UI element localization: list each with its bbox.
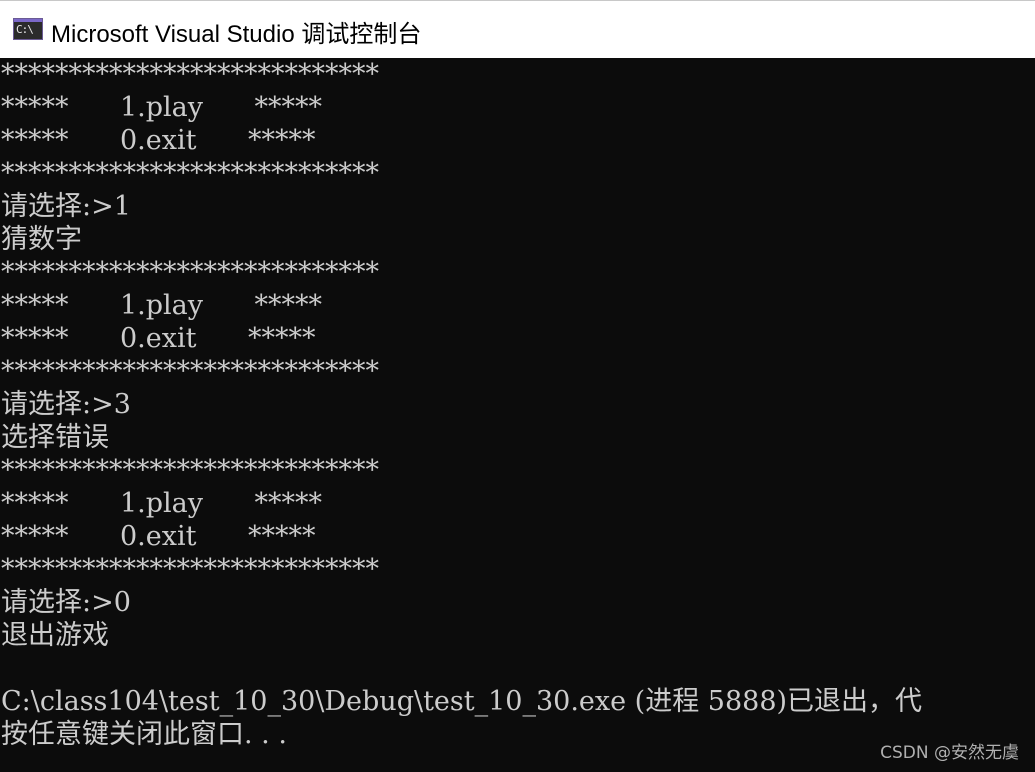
console-line: ***** 1.play ***** [1, 290, 323, 321]
console-line: ***** 1.play ***** [1, 488, 323, 519]
console-line: 请选择:>3 [1, 389, 131, 420]
console-line: **************************** [1, 356, 379, 387]
window-title: Microsoft Visual Studio 调试控制台 [51, 21, 422, 48]
console-line: **************************** [1, 455, 379, 486]
console-line: **************************** [1, 59, 379, 90]
console-line: 选择错误 [1, 422, 109, 453]
console-line: ***** 1.play ***** [1, 92, 323, 123]
console-line: **************************** [1, 554, 379, 585]
console-output[interactable]: **************************** ***** 1.pla… [1, 58, 1035, 772]
title-bar[interactable]: C:\ Microsoft Visual Studio 调试控制台 [0, 0, 1035, 58]
console-line: ***** 0.exit ***** [1, 323, 316, 354]
console-app-icon: C:\ [13, 18, 43, 40]
console-line: **************************** [1, 257, 379, 288]
console-line: C:\class104\test_10_30\Debug\test_10_30.… [1, 686, 923, 717]
console-line: **************************** [1, 158, 379, 189]
console-line: 请选择:>0 [1, 587, 131, 618]
console-line: 退出游戏 [1, 620, 109, 651]
console-line: ***** 0.exit ***** [1, 125, 316, 156]
console-app-icon-label: C:\ [16, 23, 34, 36]
console-line: 请选择:>1 [1, 191, 131, 222]
console-line: ***** 0.exit ***** [1, 521, 316, 552]
console-line: 猜数字 [1, 224, 82, 255]
console-window: C:\ Microsoft Visual Studio 调试控制台 ******… [0, 0, 1035, 772]
csdn-watermark: CSDN @安然无虞 [880, 743, 1019, 763]
